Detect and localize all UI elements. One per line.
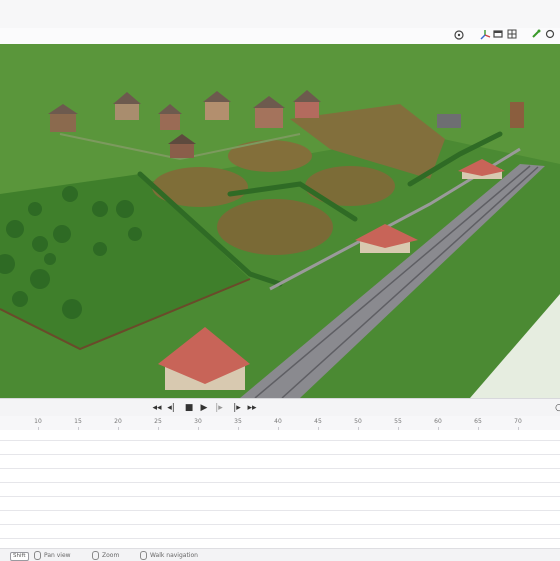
play-button[interactable]: ▶ (197, 401, 211, 415)
mouse-icon (92, 551, 99, 560)
zoom-label: Zoom (102, 552, 120, 559)
timeline-tick-label: 35 (234, 418, 242, 425)
timeline-tick-label: 45 (314, 418, 322, 425)
timeline-tick-label: 55 (394, 418, 402, 425)
viewport-header (0, 28, 560, 45)
status-bar: Shift Pan view Zoom Walk navigation (0, 548, 560, 561)
playback-options-icon[interactable]: ○ (552, 401, 560, 415)
previous-keyframe-button[interactable]: ◂| (164, 401, 178, 415)
timeline-tick-label: 40 (274, 418, 282, 425)
walk-navigation-label: Walk navigation (150, 552, 198, 559)
3d-viewport[interactable] (0, 44, 560, 398)
render-icon[interactable] (544, 29, 556, 43)
timeline-tick-label: 30 (194, 418, 202, 425)
timeline-tick-label: 65 (474, 418, 482, 425)
village-scene (0, 44, 560, 398)
step-forward-button[interactable]: |▸ (212, 401, 226, 415)
top-header-bar (0, 0, 560, 29)
timeline-ruler[interactable]: 10 15 20 25 30 35 40 45 50 55 60 65 70 (0, 416, 560, 431)
timeline-tick-label: 70 (514, 418, 522, 425)
playback-controls: ◂◂ ◂| ■ ▶ |▸ |▸ ▸▸ ○ (0, 398, 560, 418)
gizmo-icon[interactable] (478, 29, 492, 43)
jump-to-start-button[interactable]: ◂◂ (150, 401, 164, 415)
snap-icon[interactable] (530, 29, 542, 43)
stop-button[interactable]: ■ (182, 401, 196, 415)
grid-icon[interactable] (506, 29, 518, 43)
next-keyframe-button[interactable]: |▸ (230, 401, 244, 415)
timeline-tick-label: 50 (354, 418, 362, 425)
zoom-hint: Zoom (92, 551, 119, 560)
timeline-tracks[interactable] (0, 430, 560, 548)
timeline-tick-label: 15 (74, 418, 82, 425)
pan-view-label: Pan view (44, 552, 71, 559)
viewport-shading-icon[interactable] (492, 29, 504, 43)
pan-view-hint: Pan view (34, 551, 71, 560)
pivot-icon[interactable] (452, 29, 466, 43)
walk-navigation-hint: Walk navigation (140, 551, 198, 560)
timeline-tick-label: 10 (34, 418, 42, 425)
timeline-tick-label: 20 (114, 418, 122, 425)
shift-key-hint: Shift (10, 551, 29, 561)
timeline-tick-label: 60 (434, 418, 442, 425)
timeline-tick-label: 25 (154, 418, 162, 425)
mouse-icon (34, 551, 41, 560)
jump-to-end-button[interactable]: ▸▸ (245, 401, 259, 415)
mouse-icon (140, 551, 147, 560)
